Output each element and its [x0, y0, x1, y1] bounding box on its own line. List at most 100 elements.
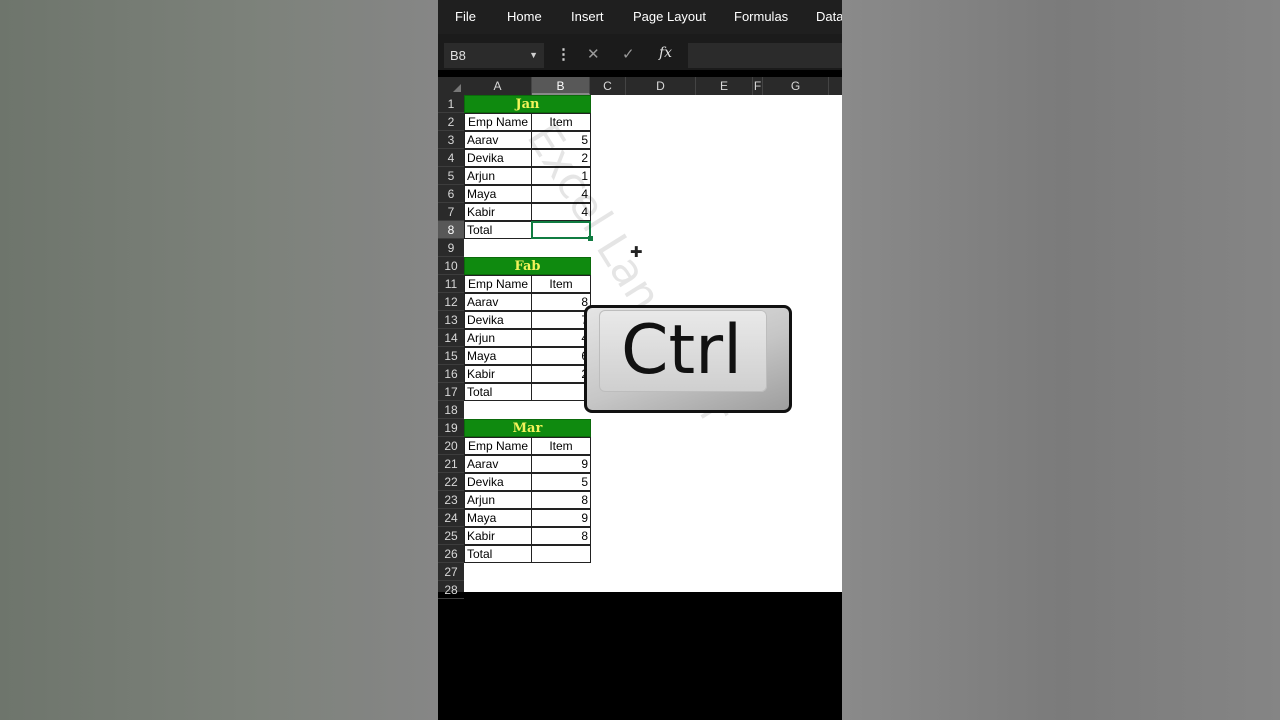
item-value-cell[interactable]: 9	[531, 509, 591, 527]
row-header-20[interactable]: 20	[438, 437, 464, 455]
check-icon[interactable]: ✓	[622, 45, 635, 63]
column-header-g[interactable]: G	[763, 77, 829, 95]
row-header-18[interactable]: 18	[438, 401, 464, 419]
item-value-cell[interactable]: 5	[531, 473, 591, 491]
row-header-19[interactable]: 19	[438, 419, 464, 437]
item-value-cell[interactable]: 6	[531, 347, 591, 365]
column-header-a[interactable]: A	[464, 77, 532, 95]
row-header-10[interactable]: 10	[438, 257, 464, 275]
employee-name-cell[interactable]: Kabir	[464, 365, 532, 383]
table-header-cell[interactable]: Emp Name	[464, 437, 532, 455]
row-header-3[interactable]: 3	[438, 131, 464, 149]
table-title[interactable]: Mar	[464, 419, 591, 437]
row-header-5[interactable]: 5	[438, 167, 464, 185]
chevron-down-icon[interactable]: ▼	[529, 43, 538, 68]
employee-name-cell[interactable]: Maya	[464, 509, 532, 527]
ctrl-key-label: Ctrl	[621, 311, 742, 390]
item-value-cell[interactable]: 7	[531, 311, 591, 329]
row-header-14[interactable]: 14	[438, 329, 464, 347]
formula-input[interactable]	[688, 43, 842, 68]
ribbon-divider	[438, 34, 842, 42]
employee-name-cell[interactable]: Aarav	[464, 131, 532, 149]
row-header-11[interactable]: 11	[438, 275, 464, 293]
close-icon[interactable]: ✕	[587, 45, 600, 63]
row-header-2[interactable]: 2	[438, 113, 464, 131]
row-header-6[interactable]: 6	[438, 185, 464, 203]
tab-formulas[interactable]: Formulas	[734, 9, 788, 24]
row-header-27[interactable]: 27	[438, 563, 464, 581]
employee-name-cell[interactable]: Maya	[464, 347, 532, 365]
row-header-7[interactable]: 7	[438, 203, 464, 221]
row-header-15[interactable]: 15	[438, 347, 464, 365]
table-header-cell[interactable]: Emp Name	[464, 275, 532, 293]
row-header-13[interactable]: 13	[438, 311, 464, 329]
column-header-e[interactable]: E	[696, 77, 753, 95]
row-header-25[interactable]: 25	[438, 527, 464, 545]
name-box[interactable]: B8 ▼	[444, 43, 544, 68]
tab-page-layout[interactable]: Page Layout	[633, 9, 706, 24]
item-value-cell[interactable]: 5	[531, 131, 591, 149]
item-value-cell[interactable]: 4	[531, 203, 591, 221]
table-header-cell[interactable]: Item	[531, 113, 591, 131]
cell-cursor-icon: ✚	[630, 244, 643, 261]
row-header-4[interactable]: 4	[438, 149, 464, 167]
row-header-22[interactable]: 22	[438, 473, 464, 491]
row-header-17[interactable]: 17	[438, 383, 464, 401]
item-value-cell[interactable]: 1	[531, 167, 591, 185]
column-header-f[interactable]: F	[753, 77, 763, 95]
item-value-cell[interactable]: 2	[531, 365, 591, 383]
item-value-cell[interactable]: 4	[531, 185, 591, 203]
item-value-cell[interactable]	[531, 545, 591, 563]
employee-name-cell[interactable]: Devika	[464, 149, 532, 167]
row-header-8[interactable]: 8	[438, 221, 464, 239]
column-header-b[interactable]: B	[532, 77, 590, 95]
table-header-cell[interactable]: Emp Name	[464, 113, 532, 131]
active-cell-b8[interactable]	[531, 221, 591, 239]
row-header-23[interactable]: 23	[438, 491, 464, 509]
employee-name-cell[interactable]: Maya	[464, 185, 532, 203]
employee-name-cell[interactable]: Aarav	[464, 455, 532, 473]
tab-data[interactable]: Data	[816, 9, 842, 24]
employee-name-cell[interactable]: Arjun	[464, 167, 532, 185]
item-value-cell[interactable]: 8	[531, 491, 591, 509]
row-header-26[interactable]: 26	[438, 545, 464, 563]
column-header-c[interactable]: C	[590, 77, 626, 95]
row-header-21[interactable]: 21	[438, 455, 464, 473]
name-box-value: B8	[450, 48, 466, 63]
item-value-cell[interactable]: 4	[531, 329, 591, 347]
column-header-d[interactable]: D	[626, 77, 696, 95]
employee-name-cell[interactable]: Devika	[464, 311, 532, 329]
tab-insert[interactable]: Insert	[571, 9, 604, 24]
fill-handle[interactable]	[588, 236, 593, 241]
employee-name-cell[interactable]: Total	[464, 545, 532, 563]
item-value-cell[interactable]: 9	[531, 455, 591, 473]
more-options-icon[interactable]: ⋮	[556, 45, 571, 63]
employee-name-cell[interactable]: Kabir	[464, 203, 532, 221]
employee-name-cell[interactable]: Arjun	[464, 329, 532, 347]
fx-icon[interactable]: fx	[659, 45, 672, 61]
item-value-cell[interactable]: 8	[531, 293, 591, 311]
table-header-cell[interactable]: Item	[531, 275, 591, 293]
employee-name-cell[interactable]: Total	[464, 221, 532, 239]
employee-name-cell[interactable]: Devika	[464, 473, 532, 491]
item-value-cell[interactable]: 2	[531, 149, 591, 167]
employee-name-cell[interactable]: Kabir	[464, 527, 532, 545]
item-value-cell[interactable]: 8	[531, 527, 591, 545]
row-header-28[interactable]: 28	[438, 581, 464, 599]
tab-file[interactable]: File	[455, 9, 476, 24]
select-all-corner[interactable]	[438, 77, 464, 95]
table-title[interactable]: Fab	[464, 257, 591, 275]
table-title[interactable]: Jan	[464, 95, 591, 113]
row-header-1[interactable]: 1	[438, 95, 464, 113]
employee-name-cell[interactable]: Arjun	[464, 491, 532, 509]
row-header-24[interactable]: 24	[438, 509, 464, 527]
tab-home[interactable]: Home	[507, 9, 542, 24]
row-header-9[interactable]: 9	[438, 239, 464, 257]
row-header-12[interactable]: 12	[438, 293, 464, 311]
row-header-16[interactable]: 16	[438, 365, 464, 383]
item-value-cell[interactable]	[531, 383, 591, 401]
employee-name-cell[interactable]: Total	[464, 383, 532, 401]
table-header-cell[interactable]: Item	[531, 437, 591, 455]
ribbon-tabs: File Home Insert Page Layout Formulas Da…	[438, 0, 842, 34]
employee-name-cell[interactable]: Aarav	[464, 293, 532, 311]
